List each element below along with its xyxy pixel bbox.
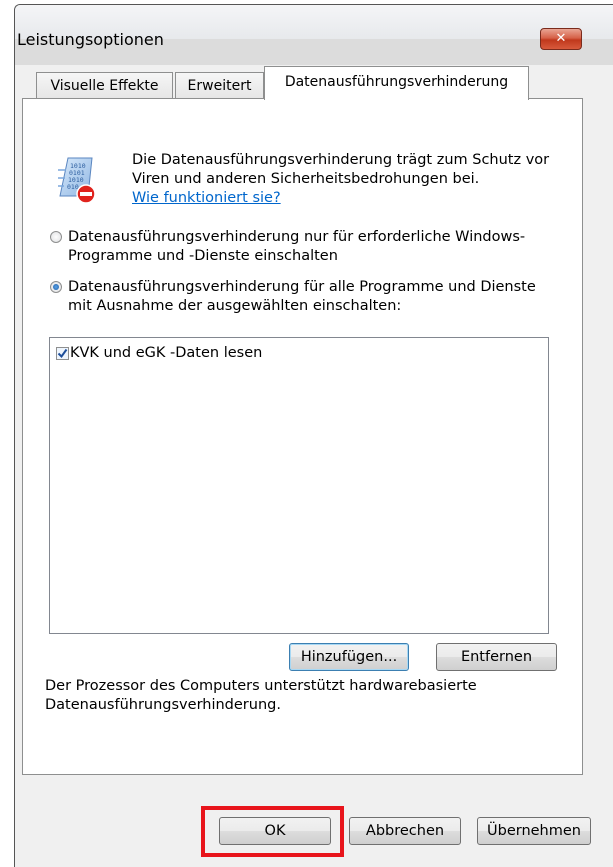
close-icon: ✕ — [555, 31, 567, 46]
exception-label: KVK und eGK -Daten lesen — [70, 345, 263, 361]
tab-visual-effects[interactable]: Visuelle Effekte — [36, 72, 173, 98]
ok-button[interactable]: OK — [219, 817, 331, 845]
apply-button[interactable]: Übernehmen — [477, 817, 591, 845]
hardware-status-text: Der Prozessor des Computers unterstützt … — [45, 678, 477, 713]
tab-advanced[interactable]: Erweitert — [175, 72, 264, 98]
dialog-title: Leistungsoptionen — [17, 30, 164, 49]
dep-description-text: Die Datenausführungsverhinderung trägt z… — [132, 152, 550, 187]
svg-text:010: 010 — [67, 183, 79, 191]
close-button[interactable]: ✕ — [540, 28, 582, 50]
dep-shield-icon: 1010 0101 1010 010 — [58, 157, 96, 204]
checkmark-icon — [57, 348, 68, 358]
cancel-button[interactable]: Abbrechen — [349, 817, 461, 845]
dep-description: Die Datenausführungsverhinderung trägt z… — [132, 151, 562, 208]
exceptions-list[interactable]: KVK und eGK -Daten lesen — [49, 337, 549, 634]
option-all-except-selected-label: Datenausführungsverhinderung für alle Pr… — [68, 279, 536, 314]
option-essential-only-label: Datenausführungsverhinderung nur für erf… — [68, 229, 526, 264]
list-item[interactable]: KVK und eGK -Daten lesen — [56, 343, 262, 363]
tab-data-execution-prevention[interactable]: Datenausführungsverhinderung — [264, 66, 529, 100]
dep-tab-panel: 1010 0101 1010 010 Die Datenausführungsv… — [22, 98, 583, 775]
how-it-works-link[interactable]: Wie funktioniert sie? — [132, 190, 281, 206]
radio-essential-only[interactable] — [50, 231, 62, 243]
exception-checkbox[interactable] — [56, 346, 69, 360]
add-button[interactable]: Hinzufügen... — [289, 643, 409, 671]
remove-button[interactable]: Entfernen — [436, 643, 557, 671]
radio-all-except-selected[interactable] — [50, 281, 62, 293]
